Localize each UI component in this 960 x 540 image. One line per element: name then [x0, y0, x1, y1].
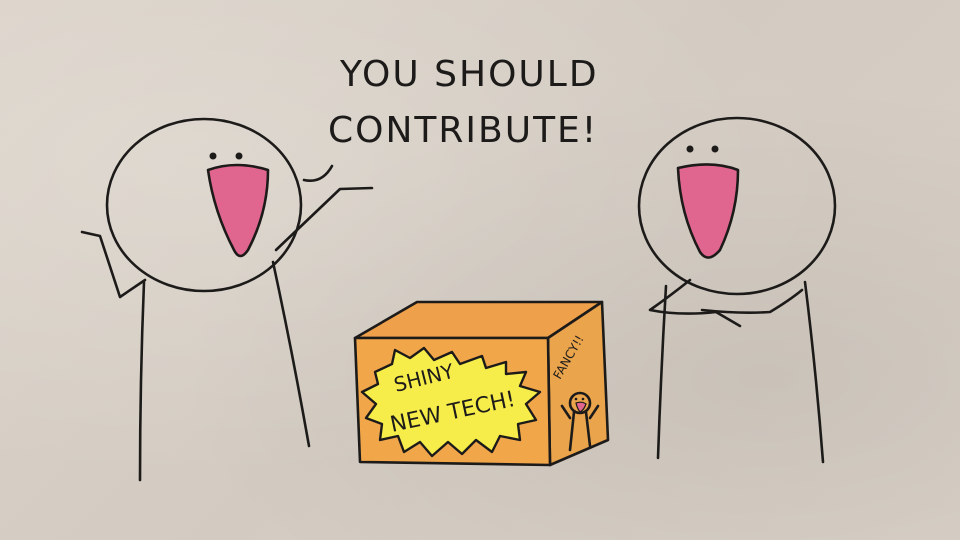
left-eye-right [235, 152, 243, 160]
left-raised-arm-right [274, 186, 374, 252]
right-head [637, 116, 837, 296]
speech-line-1: YOU SHOULD [339, 54, 599, 95]
left-body-line-a [138, 280, 146, 482]
speech-tail [302, 164, 334, 182]
tiny-eye-left [574, 397, 578, 401]
comic-scene: YOU SHOULD CONTRIBUTE! SHINY NEW TECH! F… [0, 0, 960, 540]
right-mouth [676, 163, 740, 259]
shiny-tech-box: SHINY NEW TECH! FANCY!! [353, 300, 610, 467]
tiny-eye-right [581, 397, 585, 401]
speech-bubble-text: YOU SHOULD CONTRIBUTE! [302, 54, 599, 182]
right-eye-right [711, 145, 719, 153]
left-body-line-b [271, 260, 311, 448]
left-eye-left [209, 152, 217, 160]
left-head [105, 117, 303, 293]
right-body-line-b [803, 280, 825, 464]
left-mouth [206, 163, 270, 258]
speech-line-2: CONTRIBUTE! [328, 110, 598, 151]
right-eye-left [686, 145, 694, 153]
right-stick-figure [637, 116, 837, 464]
comic-drawing: YOU SHOULD CONTRIBUTE! SHINY NEW TECH! F… [80, 54, 837, 482]
